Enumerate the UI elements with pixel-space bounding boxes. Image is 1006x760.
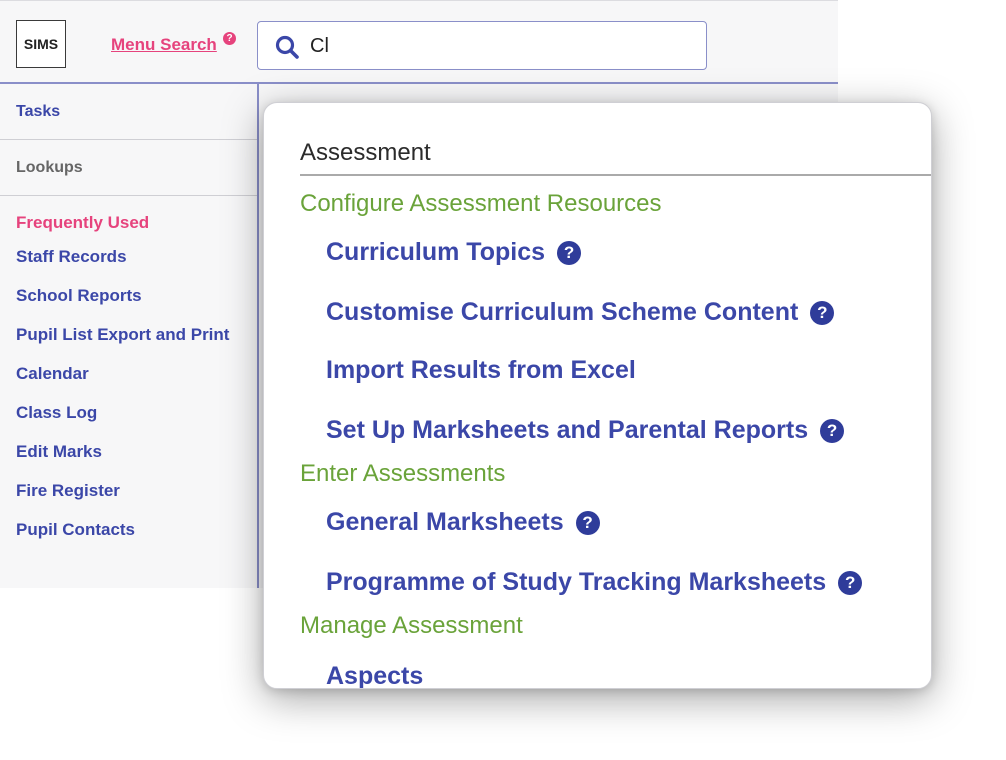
sidebar-item-staff-records[interactable]: Staff Records <box>0 247 257 286</box>
result-import-results-from-excel[interactable]: Import Results from Excel <box>326 356 636 385</box>
frequently-used-list: Frequently Used Staff Records School Rep… <box>0 196 257 559</box>
sims-logo[interactable]: SIMS <box>16 20 66 68</box>
menu-search-link[interactable]: Menu Search <box>111 35 217 55</box>
group-configure-assessment-resources: Configure Assessment Resources <box>300 190 662 217</box>
sidebar-item-calendar[interactable]: Calendar <box>0 364 257 403</box>
help-icon[interactable]: ? <box>557 240 582 265</box>
help-icon[interactable]: ? <box>810 300 835 325</box>
result-general-marksheets[interactable]: General Marksheets ? <box>326 508 600 537</box>
search-results-popup: Assessment Configure Assessment Resource… <box>263 102 932 689</box>
sidebar-item-school-reports[interactable]: School Reports <box>0 286 257 325</box>
sidebar-item-pupil-list-export[interactable]: Pupil List Export and Print <box>0 325 257 364</box>
tab-lookups[interactable]: Lookups <box>0 140 257 196</box>
tab-tasks[interactable]: Tasks <box>0 84 257 140</box>
result-label: Customise Curriculum Scheme Content <box>326 298 799 326</box>
section-title: Assessment <box>300 139 431 166</box>
menu-search-help-icon[interactable]: ? <box>223 32 236 45</box>
help-icon[interactable]: ? <box>838 570 863 595</box>
search-icon <box>275 35 299 59</box>
group-manage-assessment: Manage Assessment <box>300 612 523 639</box>
result-customise-curriculum-scheme-content[interactable]: Customise Curriculum Scheme Content ? <box>326 298 835 327</box>
result-label: Aspects <box>326 662 424 689</box>
sidebar-item-edit-marks[interactable]: Edit Marks <box>0 442 257 481</box>
result-curriculum-topics[interactable]: Curriculum Topics ? <box>326 238 582 267</box>
help-icon[interactable]: ? <box>820 418 845 443</box>
result-label: Programme of Study Tracking Marksheets <box>326 568 827 596</box>
result-label: Set Up Marksheets and Parental Reports <box>326 416 809 444</box>
search-box[interactable] <box>257 21 707 70</box>
sidebar: Tasks Lookups Frequently Used Staff Reco… <box>0 84 259 588</box>
result-aspects[interactable]: Aspects <box>326 662 424 689</box>
sidebar-item-class-log[interactable]: Class Log <box>0 403 257 442</box>
result-label: General Marksheets <box>326 508 564 536</box>
frequently-used-heading: Frequently Used <box>16 213 150 232</box>
search-input[interactable] <box>308 30 692 62</box>
result-label: Curriculum Topics <box>326 238 546 266</box>
section-divider <box>300 174 931 176</box>
top-bar: SIMS Menu Search ? <box>0 0 838 84</box>
help-icon[interactable]: ? <box>575 510 600 535</box>
sidebar-item-pupil-contacts[interactable]: Pupil Contacts <box>0 520 257 559</box>
group-enter-assessments: Enter Assessments <box>300 460 506 487</box>
sidebar-item-fire-register[interactable]: Fire Register <box>0 481 257 520</box>
result-programme-of-study-tracking[interactable]: Programme of Study Tracking Marksheets ? <box>326 568 863 597</box>
result-label: Import Results from Excel <box>326 356 636 384</box>
result-set-up-marksheets[interactable]: Set Up Marksheets and Parental Reports ? <box>326 416 845 445</box>
